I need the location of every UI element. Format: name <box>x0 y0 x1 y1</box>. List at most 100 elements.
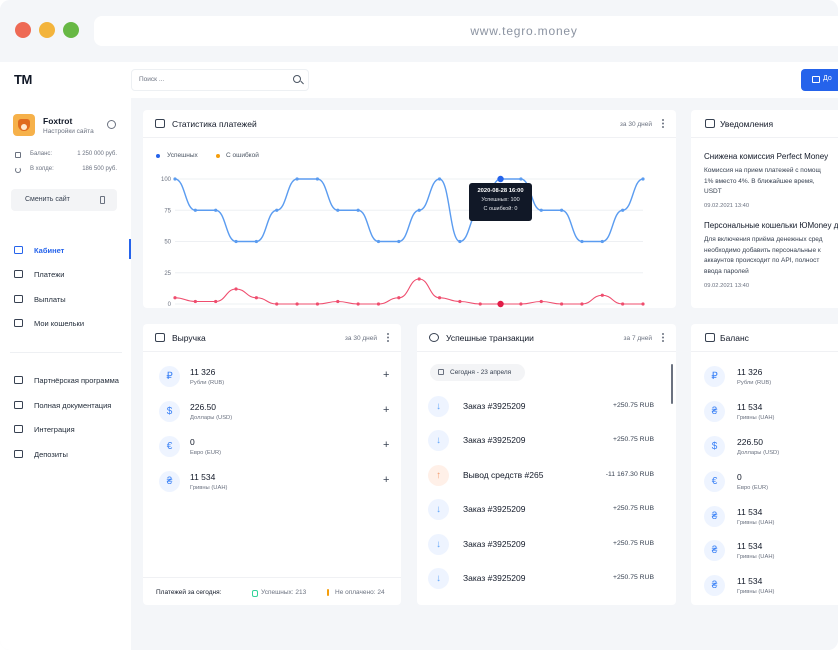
arrow-down-icon: ↓ <box>428 499 449 520</box>
sidebar-item-label: Кабинет <box>34 246 65 255</box>
data-point <box>356 302 360 306</box>
chart-tooltip: 2020-08-28 16:00 Успешных: 100 С ошибкой… <box>469 183 532 221</box>
arrow-up-icon: ↑ <box>428 465 449 486</box>
currency: Гривны (UAH) <box>737 554 775 560</box>
data-point <box>336 208 340 212</box>
logo[interactable]: TM <box>14 72 32 87</box>
data-point <box>641 177 645 181</box>
payments-line-chart[interactable]: 025507510001:0003:0005:0007:0008:0009:00… <box>143 110 676 308</box>
sidebar-item-wallets[interactable]: Мои кошельки <box>14 318 130 332</box>
tooltip-errors: С ошибкой: 0 <box>483 206 518 212</box>
transaction-amount: +250.75 RUB <box>613 436 654 443</box>
tooltip-success: Успешных: 100 <box>481 197 520 203</box>
sidebar-item-integration[interactable]: Интеграция <box>14 424 130 438</box>
card-title: Успешные транзакции <box>446 333 534 343</box>
card-header: Баланс <box>691 324 838 352</box>
data-point <box>234 287 238 291</box>
sidebar-item-docs[interactable]: Полная документация <box>14 400 130 414</box>
search-icon[interactable] <box>293 75 301 83</box>
payout-icon <box>14 295 23 303</box>
add-button[interactable]: До <box>801 69 838 91</box>
scrollbar[interactable] <box>671 364 673 404</box>
notification-title[interactable]: Персональные кошельки ЮMoney д <box>704 221 838 230</box>
balance-value: 1 250 000 руб. <box>77 151 117 157</box>
transactions-card: Успешные транзакции за 7 дней Сегодня - … <box>417 324 676 605</box>
data-point <box>641 302 645 306</box>
amount: 11 326 <box>190 367 216 377</box>
card-title: Баланс <box>720 333 749 343</box>
data-point <box>417 208 421 212</box>
switch-site-button[interactable]: Сменить сайт <box>11 189 117 211</box>
data-point <box>214 299 218 304</box>
data-point <box>621 302 625 306</box>
transaction-amount: +250.75 RUB <box>613 505 654 512</box>
sidebar-item-partner[interactable]: Партнёрская программа <box>14 375 130 389</box>
data-point <box>519 177 523 181</box>
search-input[interactable]: Поиск ... <box>131 69 309 91</box>
amount: 11 534 <box>737 507 763 517</box>
card-title: Выручка <box>172 333 206 343</box>
date-chip-label: Сегодня - 23 апреля <box>450 369 512 376</box>
data-point <box>376 239 381 244</box>
more-icon[interactable] <box>387 333 389 342</box>
card-title: Уведомления <box>720 119 774 129</box>
currency: Доллары (USD) <box>190 415 233 421</box>
balance-label: Баланс: <box>30 151 53 157</box>
notification-body: Для включения приёма денежных сред необх… <box>704 235 838 277</box>
currency: Рубли (RUB) <box>190 380 225 386</box>
minimize-window-button[interactable] <box>39 22 55 38</box>
currency: Гривны (UAH) <box>737 589 775 595</box>
more-icon[interactable] <box>662 333 664 342</box>
sidebar-item-deposits[interactable]: Депозиты <box>14 449 130 463</box>
gear-icon[interactable] <box>107 120 116 129</box>
card-header: Успешные транзакции за 7 дней <box>417 324 676 352</box>
sidebar-item-label: Интеграция <box>34 425 75 434</box>
notification-line: ввода паролей <box>704 267 749 275</box>
plus-icon[interactable]: + <box>383 474 389 486</box>
sidebar-item-cabinet[interactable]: Кабинет <box>14 245 130 259</box>
data-point <box>336 299 340 304</box>
data-point <box>315 302 320 306</box>
sidebar-item-payouts[interactable]: Выплаты <box>14 294 130 308</box>
bell-icon <box>705 119 715 128</box>
data-point <box>214 208 218 212</box>
data-point <box>560 302 564 306</box>
profile-name: Foxtrot <box>43 116 73 126</box>
hryvnia-icon: ₴ <box>704 401 725 422</box>
data-point <box>497 175 504 183</box>
data-point <box>458 299 462 304</box>
sidebar-item-payments[interactable]: Платежи <box>14 269 130 283</box>
wallet-icon <box>705 333 715 342</box>
revenue-card: Выручка за 30 дней ₽ 11 326 Рубли (RUB) … <box>143 324 401 605</box>
address-bar[interactable]: www.tegro.money <box>94 16 838 46</box>
card-header: Выручка за 30 дней <box>143 324 401 352</box>
revenue-footer: Платежей за сегодня: Успешных: 213 Не оп… <box>143 577 401 605</box>
plus-icon[interactable]: + <box>383 439 389 451</box>
search-placeholder: Поиск ... <box>139 76 165 83</box>
dollar-icon: $ <box>704 436 725 457</box>
close-window-button[interactable] <box>15 22 31 38</box>
transaction-name: Заказ #3925209 <box>463 401 526 411</box>
transaction-name: Заказ #3925209 <box>463 573 526 583</box>
sidebar: TM Foxtrot Настройки сайта Баланс: 1 250… <box>0 62 131 650</box>
period-selector[interactable]: за 30 дней <box>345 335 377 342</box>
stats-card: Статистика платежей за 30 дней Успешных … <box>143 110 676 308</box>
deposit-icon <box>14 450 23 458</box>
period-selector[interactable]: за 7 дней <box>624 335 652 342</box>
switch-icon <box>100 196 105 204</box>
currency: Гривны (UAH) <box>190 485 228 491</box>
notification-date: 09.02.2021 13:40 <box>704 283 750 289</box>
profile[interactable]: Foxtrot Настройки сайта <box>13 114 119 138</box>
plus-icon[interactable]: + <box>383 404 389 416</box>
wallet-icon <box>14 319 23 327</box>
sidebar-item-label: Партнёрская программа <box>34 376 119 385</box>
plus-icon[interactable]: + <box>383 369 389 381</box>
notification-line: Комиссия на прием платежей с помощ <box>704 167 821 174</box>
amount: 11 326 <box>737 367 763 377</box>
amount: 0 <box>737 472 742 482</box>
euro-icon: € <box>159 436 180 457</box>
sidebar-item-label: Полная документация <box>34 401 112 410</box>
data-point <box>560 208 564 212</box>
maximize-window-button[interactable] <box>63 22 79 38</box>
notification-title[interactable]: Снижена комиссия Perfect Money <box>704 152 828 161</box>
